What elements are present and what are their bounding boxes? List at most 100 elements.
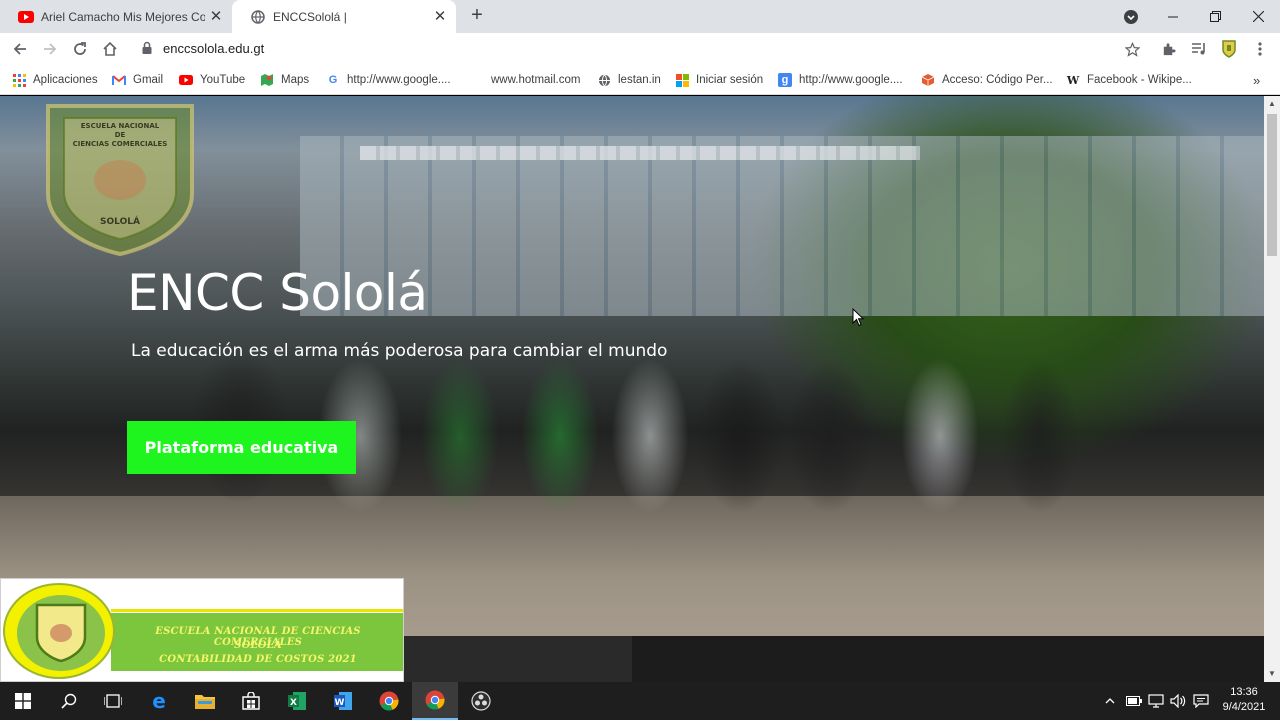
notifications-icon[interactable] [1190, 682, 1212, 720]
banner-accent-line [111, 609, 403, 612]
network-icon[interactable] [1146, 682, 1166, 720]
bookmark-label: lestan.in [618, 74, 661, 86]
taskbar-excel[interactable]: X [274, 682, 320, 720]
gmail-icon [112, 73, 126, 87]
banner-logo-circle [3, 583, 115, 679]
bookmark-lestan[interactable]: lestan.in [597, 71, 661, 89]
scroll-thumb[interactable] [1267, 114, 1277, 256]
taskbar-chrome-active[interactable] [412, 682, 458, 720]
chrome-icon [425, 690, 445, 710]
bookmark-hotmail[interactable]: www.hotmail.com [470, 71, 580, 89]
taskbar-file-explorer[interactable] [182, 682, 228, 720]
bookmark-label: Aplicaciones [33, 74, 98, 86]
tab-enccsolola[interactable]: ENCCSololá | ✕ [232, 0, 456, 33]
show-hidden-icons-chevron-icon[interactable] [1100, 682, 1120, 720]
taskbar-edge[interactable]: e [136, 682, 182, 720]
video-banner-overlay: ESCUELA NACIONAL DE CIENCIAS COMERCIALES… [0, 578, 404, 682]
excel-icon: X [288, 692, 306, 710]
taskbar-chrome[interactable] [366, 682, 412, 720]
extensions-icon[interactable] [1156, 37, 1180, 61]
bookmark-label: Acceso: Código Per... [942, 74, 1053, 86]
svg-text:W: W [335, 698, 345, 708]
bookmark-star-icon[interactable] [1120, 37, 1144, 61]
task-view-icon [104, 694, 122, 708]
bookmark-google[interactable]: G http://www.google.... [326, 71, 451, 89]
search-button[interactable] [46, 682, 92, 720]
bookmark-label: Gmail [133, 74, 164, 86]
close-window-button[interactable] [1236, 0, 1280, 33]
address-bar[interactable]: enccsolola.edu.gt [130, 35, 1150, 63]
taskbar-store[interactable] [228, 682, 274, 720]
bookmark-google-2[interactable]: g http://www.google.... [778, 71, 903, 89]
folder-icon [195, 695, 215, 709]
hero-subtitle: La educación es el arma más poderosa par… [131, 341, 668, 361]
tab-search-icon[interactable] [1118, 0, 1144, 33]
start-button[interactable] [0, 682, 46, 720]
bookmark-facebook-wiki[interactable]: W Facebook - Wikipe... [1066, 71, 1192, 89]
page-scrollbar[interactable]: ▲ ▼ [1264, 96, 1280, 682]
task-view-button[interactable] [90, 682, 136, 720]
close-tab-icon[interactable]: ✕ [208, 9, 224, 25]
store-bag-icon [242, 692, 260, 710]
home-button[interactable] [98, 37, 122, 61]
restore-button[interactable] [1196, 0, 1234, 33]
bookmark-label: Facebook - Wikipe... [1087, 74, 1192, 86]
system-clock[interactable]: 13:36 9/4/2021 [1212, 685, 1276, 715]
minimize-button[interactable] [1150, 0, 1196, 33]
bookmark-label: YouTube [200, 74, 246, 86]
clock-date: 9/4/2021 [1222, 701, 1266, 713]
bookmark-apps[interactable]: Aplicaciones [12, 71, 98, 89]
school-crest-logo[interactable]: ESCUELA NACIONAL DE CIENCIAS COMERCIALES… [38, 98, 202, 256]
profile-extension-icon[interactable] [1217, 37, 1241, 61]
bookmark-label: http://www.google.... [347, 74, 451, 86]
hero-photo-roof [360, 146, 920, 160]
tab-youtube[interactable]: Ariel Camacho Mis Mejores Corridos ✕ [0, 0, 232, 33]
battery-icon[interactable] [1124, 682, 1144, 720]
svg-text:CIENCIAS COMERCIALES: CIENCIAS COMERCIALES [73, 140, 168, 148]
bookmark-youtube[interactable]: YouTube [179, 71, 245, 89]
bookmark-label: Maps [281, 74, 310, 86]
search-icon [61, 693, 77, 709]
reload-button[interactable] [68, 37, 92, 61]
word-icon: W [334, 692, 352, 710]
bookmark-maps[interactable]: Maps [260, 71, 309, 89]
edge-icon: e [152, 691, 166, 711]
browser-tab-strip: Ariel Camacho Mis Mejores Corridos ✕ ENC… [0, 0, 1280, 33]
forward-button[interactable] [38, 37, 62, 61]
mouse-cursor-icon [852, 308, 864, 327]
svg-text:DE: DE [115, 131, 126, 139]
hero-photo-group [160, 286, 1120, 546]
scroll-up-arrow-icon[interactable]: ▲ [1264, 96, 1280, 112]
microsoft-icon [675, 73, 689, 87]
banner-crest-icon [35, 603, 87, 663]
chrome-icon [379, 691, 399, 711]
scroll-down-arrow-icon[interactable]: ▼ [1264, 666, 1280, 682]
back-button[interactable] [8, 37, 32, 61]
globe-icon [250, 9, 266, 25]
more-menu-icon[interactable] [1248, 37, 1272, 61]
banner-line-3: CONTABILIDAD DE COSTOS 2021 [159, 654, 357, 665]
plataforma-educativa-button[interactable]: Plataforma educativa [127, 421, 356, 474]
new-tab-button[interactable]: + [466, 5, 488, 27]
youtube-icon [18, 9, 34, 25]
tab-title: Ariel Camacho Mis Mejores Corridos [41, 9, 205, 24]
svg-text:X: X [290, 698, 297, 708]
bookmark-gmail[interactable]: Gmail [112, 71, 163, 89]
tab-title: ENCCSololá | [273, 9, 347, 24]
bookmark-iniciar-sesion[interactable]: Iniciar sesión [675, 71, 763, 89]
media-control-icon[interactable] [1187, 37, 1211, 61]
taskbar-word[interactable]: W [320, 682, 366, 720]
lock-icon[interactable] [140, 41, 156, 57]
windows-logo-icon [15, 693, 31, 709]
maps-icon [260, 73, 274, 87]
clock-time: 13:36 [1230, 686, 1258, 698]
volume-icon[interactable] [1168, 682, 1188, 720]
bookmark-acceso[interactable]: Acceso: Código Per... [921, 71, 1053, 89]
banner-line-2: SOLOLÁ [234, 640, 282, 651]
taskbar-obs[interactable] [458, 682, 504, 720]
bookmarks-bar: Aplicaciones Gmail YouTube Maps G http:/… [0, 65, 1280, 95]
svg-text:e: e [152, 691, 166, 711]
more-bookmarks-chevron-icon[interactable]: » [1253, 71, 1260, 89]
close-tab-icon[interactable]: ✕ [432, 9, 448, 25]
url-text: enccsolola.edu.gt [163, 41, 265, 56]
